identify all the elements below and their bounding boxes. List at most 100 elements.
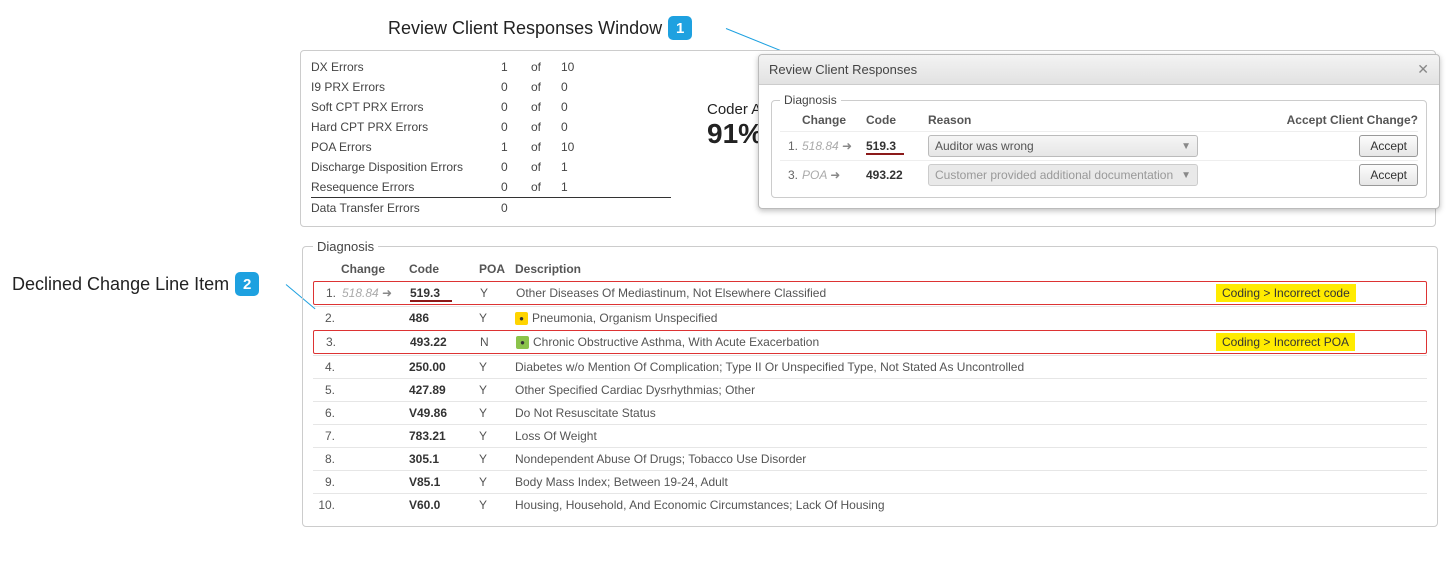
errors-row-count: 1 xyxy=(501,57,531,77)
accept-button[interactable]: Accept xyxy=(1359,135,1418,157)
diagnosis-row[interactable]: 1.518.84 ➜519.3YOther Diseases Of Medias… xyxy=(313,281,1427,305)
diagnosis-row[interactable]: 5.427.89YOther Specified Cardiac Dysrhyt… xyxy=(313,378,1427,401)
diag-row-code: 519.3 xyxy=(410,286,480,300)
diagnosis-row[interactable]: 8. 305.1YNondependent Abuse Of Drugs; Tob… xyxy=(313,447,1427,470)
diag-row-index: 2. xyxy=(313,311,341,325)
errors-row-label: POA Errors xyxy=(311,137,501,157)
diagnosis-row[interactable]: 6.V49.86YDo Not Resuscitate Status xyxy=(313,401,1427,424)
diag-row-poa: Y xyxy=(480,286,516,300)
popup-row-code: 519.3 xyxy=(866,139,928,153)
flag-icon: ● xyxy=(515,312,528,325)
popup-hdr-accept: Accept Client Change? xyxy=(1198,113,1418,127)
diagnosis-row[interactable]: 7.783.21YLoss Of Weight xyxy=(313,424,1427,447)
callout-2-badge: 2 xyxy=(235,272,259,296)
callout-2: Declined Change Line Item 2 xyxy=(12,272,259,296)
popup-diagnosis-legend: Diagnosis xyxy=(780,93,841,107)
popup-row-change: 518.84 ➜ xyxy=(802,139,866,153)
diagnosis-panel: Diagnosis Change Code POA Description 1.… xyxy=(302,239,1438,527)
diag-row-desc: Nondependent Abuse Of Drugs; Tobacco Use… xyxy=(515,452,1217,466)
diag-row-index: 8. xyxy=(313,452,341,466)
errors-row-count: 0 xyxy=(501,177,531,198)
diag-row-change: 518.84 ➜ xyxy=(342,286,410,300)
diag-row-poa: Y xyxy=(479,452,515,466)
diag-row-poa: N xyxy=(480,335,516,349)
chevron-down-icon: ▼ xyxy=(1181,170,1191,181)
errors-row-label: DX Errors xyxy=(311,57,501,77)
errors-row-count: 0 xyxy=(501,198,531,219)
popup-row-index: 3. xyxy=(780,168,802,182)
diagnosis-row[interactable]: 3.493.22N●Chronic Obstructive Asthma, Wi… xyxy=(313,330,1427,354)
reason-dropdown: Customer provided additional documentati… xyxy=(928,164,1198,186)
diagnosis-row[interactable]: 10.V60.0YHousing, Household, And Economi… xyxy=(313,493,1427,516)
errors-row-label: Discharge Disposition Errors xyxy=(311,157,501,177)
errors-row-of: of xyxy=(531,117,561,137)
errors-row-count: 0 xyxy=(501,117,531,137)
diagnosis-header: Change Code POA Description xyxy=(313,260,1427,280)
arrow-icon: ➜ xyxy=(830,168,840,182)
accept-button[interactable]: Accept xyxy=(1359,164,1418,186)
diag-row-index: 9. xyxy=(313,475,341,489)
diag-row-index: 6. xyxy=(313,406,341,420)
diag-row-index: 7. xyxy=(313,429,341,443)
errors-row-total: 0 xyxy=(561,77,671,97)
diag-row-code: 783.21 xyxy=(409,429,479,443)
diagnosis-row[interactable]: 9.V85.1YBody Mass Index; Between 19-24, … xyxy=(313,470,1427,493)
diag-row-desc: Housing, Household, And Economic Circums… xyxy=(515,498,1217,512)
diag-row-code: 427.89 xyxy=(409,383,479,397)
diag-row-desc: Other Diseases Of Mediastinum, Not Elsew… xyxy=(516,286,1216,300)
diag-row-desc: Body Mass Index; Between 19-24, Adult xyxy=(515,475,1217,489)
chevron-down-icon: ▼ xyxy=(1181,141,1191,152)
popup-header[interactable]: Review Client Responses ✕ xyxy=(759,55,1439,85)
diag-row-code: 493.22 xyxy=(410,335,480,349)
errors-row-total: 10 xyxy=(561,57,671,77)
popup-diag-row: 3.POA ➜493.22Customer provided additiona… xyxy=(780,160,1418,189)
reason-dropdown[interactable]: Auditor was wrong ▼ xyxy=(928,135,1198,157)
errors-row-of: of xyxy=(531,77,561,97)
coding-tag: Coding > Incorrect code xyxy=(1216,284,1356,302)
diagnosis-row[interactable]: 4.250.00YDiabetes w/o Mention Of Complic… xyxy=(313,355,1427,378)
reason-value: Auditor was wrong xyxy=(935,139,1034,153)
diag-row-desc: ●Chronic Obstructive Asthma, With Acute … xyxy=(516,335,1216,349)
diag-row-index: 1. xyxy=(314,286,342,300)
diag-row-poa: Y xyxy=(479,406,515,420)
errors-table: DX Errors1of10I9 PRX Errors0of0Soft CPT … xyxy=(311,57,671,218)
errors-row: Soft CPT PRX Errors0of0 xyxy=(311,97,671,117)
arrow-icon: ➜ xyxy=(842,139,852,153)
diag-row-index: 10. xyxy=(313,498,341,512)
diag-row-tag-cell: Coding > Incorrect POA xyxy=(1216,335,1426,349)
errors-row-of: of xyxy=(531,157,561,177)
reason-value: Customer provided additional documentati… xyxy=(935,168,1173,182)
diag-row-desc: ●Pneumonia, Organism Unspecified xyxy=(515,311,1217,325)
errors-row-of: of xyxy=(531,57,561,77)
errors-row: Hard CPT PRX Errors0of0 xyxy=(311,117,671,137)
errors-row-of: of xyxy=(531,137,561,157)
diag-row-index: 4. xyxy=(313,360,341,374)
errors-row: DX Errors1of10 xyxy=(311,57,671,77)
close-icon[interactable]: ✕ xyxy=(1417,61,1429,78)
flag-icon: ● xyxy=(516,336,529,349)
errors-row-label: Hard CPT PRX Errors xyxy=(311,117,501,137)
popup-row-index: 1. xyxy=(780,139,802,153)
diag-row-tag-cell: Coding > Incorrect code xyxy=(1216,286,1426,300)
errors-row-label: I9 PRX Errors xyxy=(311,77,501,97)
errors-row-label: Data Transfer Errors xyxy=(311,198,501,219)
diagnosis-row[interactable]: 2.486Y●Pneumonia, Organism Unspecified xyxy=(313,306,1427,329)
diag-row-desc: Diabetes w/o Mention Of Complication; Ty… xyxy=(515,360,1217,374)
diag-row-code: 250.00 xyxy=(409,360,479,374)
diag-row-poa: Y xyxy=(479,311,515,325)
popup-diagnosis-panel: Diagnosis Change Code Reason Accept Clie… xyxy=(771,93,1427,198)
diag-hdr-desc: Description xyxy=(515,262,1217,276)
popup-title: Review Client Responses xyxy=(769,62,917,77)
popup-row-change: POA ➜ xyxy=(802,168,866,182)
errors-row-total: 0 xyxy=(561,117,671,137)
popup-hdr-code: Code xyxy=(866,113,928,127)
errors-row-of xyxy=(531,198,561,219)
diag-row-code: 305.1 xyxy=(409,452,479,466)
errors-row-label: Resequence Errors xyxy=(311,177,501,198)
review-client-responses-window: Review Client Responses ✕ Diagnosis Chan… xyxy=(758,54,1440,209)
callout-1: Review Client Responses Window 1 xyxy=(388,16,692,40)
diag-row-poa: Y xyxy=(479,498,515,512)
popup-diag-row: 1.518.84 ➜519.3 Auditor was wrong ▼ Accept xyxy=(780,131,1418,160)
errors-row: I9 PRX Errors0of0 xyxy=(311,77,671,97)
diag-row-code: V85.1 xyxy=(409,475,479,489)
